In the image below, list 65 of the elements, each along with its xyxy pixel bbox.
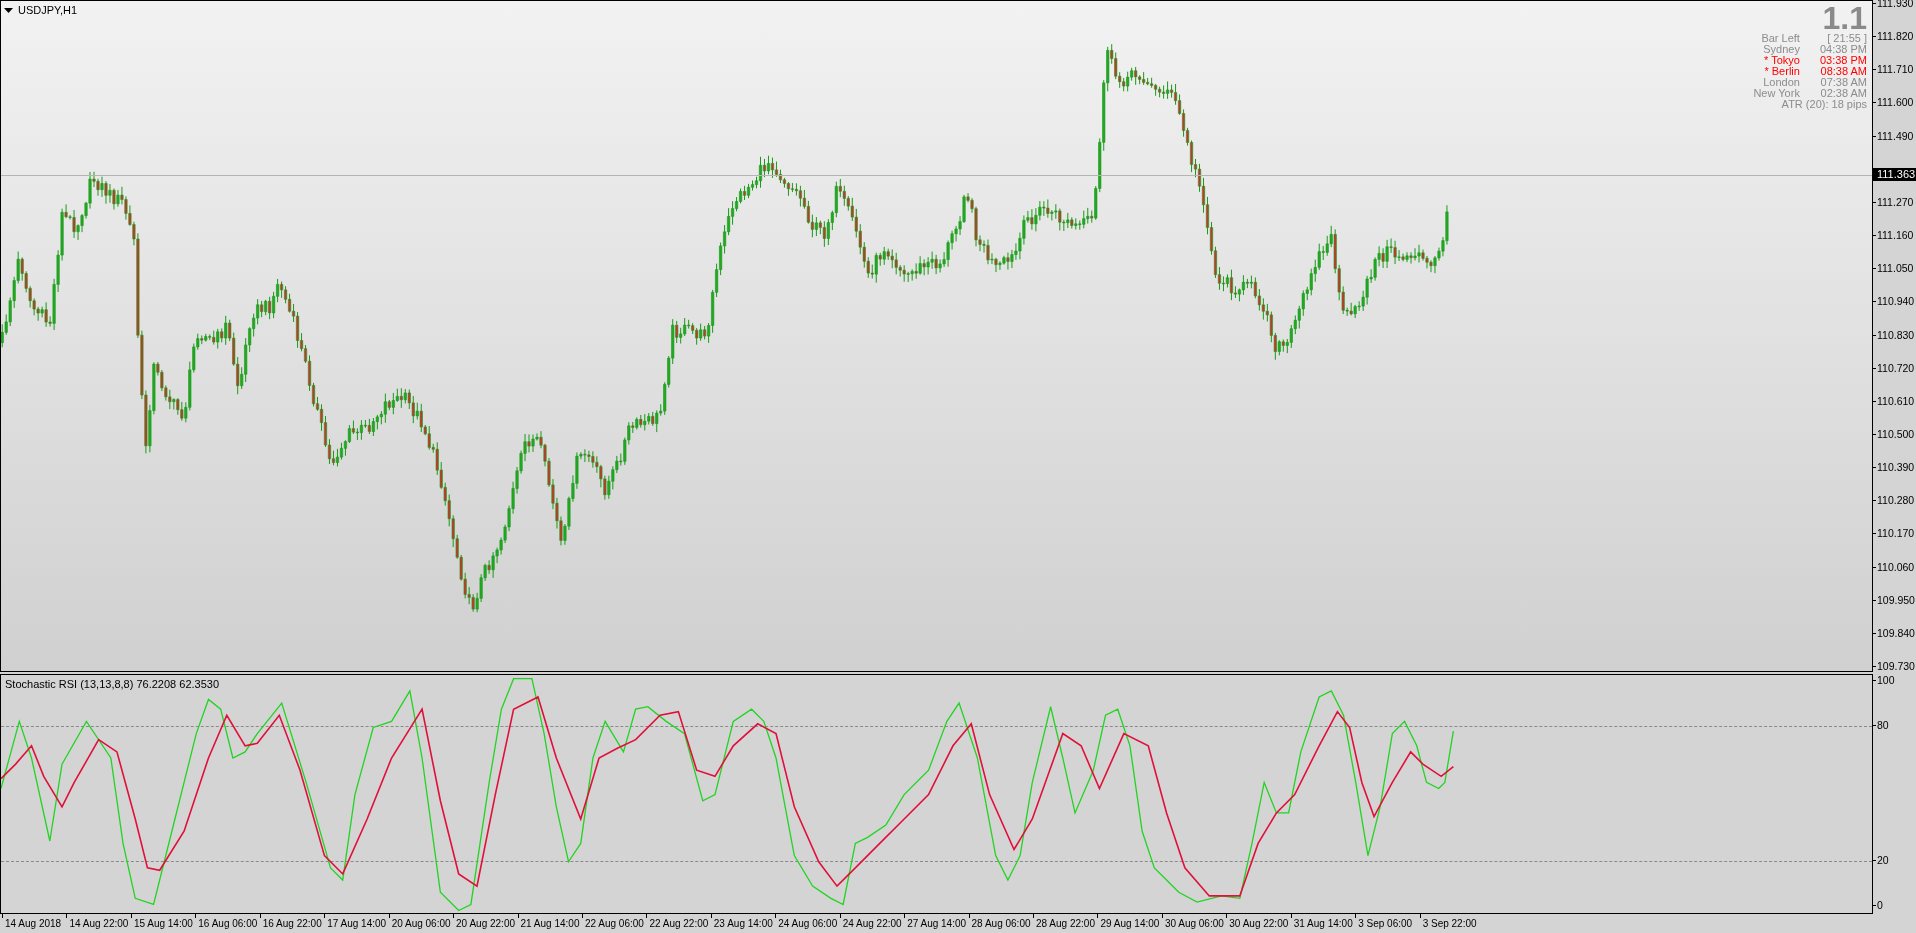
time-label: 14 Aug 2018 (2, 914, 67, 933)
price-label: 110.720 (1873, 361, 1915, 375)
info-value: [ 21:55 ] (1827, 33, 1867, 44)
price-label: 111.490 (1873, 129, 1914, 143)
price-label: 111.820 (1873, 30, 1914, 44)
level-label: 100 (1873, 673, 1895, 687)
price-label: 109.840 (1873, 626, 1915, 640)
time-label: 3 Sep 06:00 (1355, 914, 1420, 933)
info-label: London (1762, 77, 1800, 88)
info-value: 04:38 PM (1819, 44, 1867, 55)
price-label: 109.730 (1873, 660, 1915, 673)
time-label: 22 Aug 06:00 (581, 914, 647, 933)
info-label: Bar Left (1760, 33, 1800, 44)
price-label: 111.600 (1873, 96, 1914, 110)
indicator-title: Stochastic RSI (13,13,8,8) 76.2208 62.3530 (5, 678, 220, 690)
price-label: 109.950 (1873, 593, 1915, 607)
time-label: 24 Aug 22:00 (839, 914, 905, 933)
chart-title: USDJPY,H1 (18, 4, 78, 16)
caret-icon[interactable] (4, 7, 13, 13)
info-label: Sydney (1762, 44, 1800, 55)
info-label: New York (1753, 88, 1800, 99)
level-label: 0 (1873, 899, 1883, 912)
time-label: 15 Aug 14:00 (130, 914, 196, 933)
time-label: 20 Aug 06:00 (388, 914, 454, 933)
price-label: 110.170 (1873, 527, 1915, 541)
price-label: 110.390 (1873, 461, 1915, 475)
time-label: 17 Aug 14:00 (324, 914, 389, 933)
price-label: 111.050 (1873, 262, 1914, 276)
time-label: 20 Aug 22:00 (453, 914, 518, 933)
atr-text: ATR (20): 18 pips (1780, 99, 1867, 110)
info-value: 03:38 PM (1819, 55, 1867, 66)
price-label: 110.280 (1873, 494, 1915, 508)
info-value: 07:38 AM (1819, 77, 1867, 88)
time-label: 29 Aug 14:00 (1097, 914, 1162, 933)
time-label: 14 Aug 22:00 (66, 914, 131, 933)
headline-value: 1.1 (1821, 3, 1867, 33)
time-label: 23 Aug 14:00 (710, 914, 776, 933)
info-value: 02:38 AM (1819, 88, 1867, 99)
price-label: 110.060 (1873, 560, 1915, 574)
level-label: 80 (1873, 718, 1889, 732)
info-label: * Berlin (1763, 66, 1800, 77)
info-value: 08:38 AM (1819, 66, 1867, 77)
price-label: 110.500 (1873, 427, 1915, 441)
time-label: 31 Aug 14:00 (1290, 914, 1356, 933)
price-label: 111.160 (1873, 229, 1914, 243)
time-label: 27 Aug 14:00 (904, 914, 969, 933)
time-label: 16 Aug 06:00 (195, 914, 260, 933)
price-label: 110.940 (1873, 295, 1915, 309)
time-label: 3 Sep 22:00 (1419, 914, 1485, 933)
price-label: 110.610 (1873, 394, 1915, 408)
time-label: 16 Aug 22:00 (259, 914, 325, 933)
current-price-label: 111.363 (1873, 167, 1916, 181)
time-label: 30 Aug 22:00 (1226, 914, 1291, 933)
level-label: 20 (1873, 853, 1889, 867)
price-label: 111.270 (1873, 195, 1914, 209)
price-label: 111.930 (1873, 0, 1914, 10)
time-label: 30 Aug 06:00 (1161, 914, 1227, 933)
time-label: 28 Aug 22:00 (1033, 914, 1098, 933)
info-label: * Tokyo (1763, 55, 1800, 66)
time-label: 28 Aug 06:00 (968, 914, 1033, 933)
time-label: 21 Aug 14:00 (517, 914, 582, 933)
price-label: 111.710 (1873, 63, 1914, 77)
time-label: 22 Aug 22:00 (646, 914, 711, 933)
time-label: 24 Aug 06:00 (775, 914, 840, 933)
price-label: 110.830 (1873, 328, 1915, 342)
